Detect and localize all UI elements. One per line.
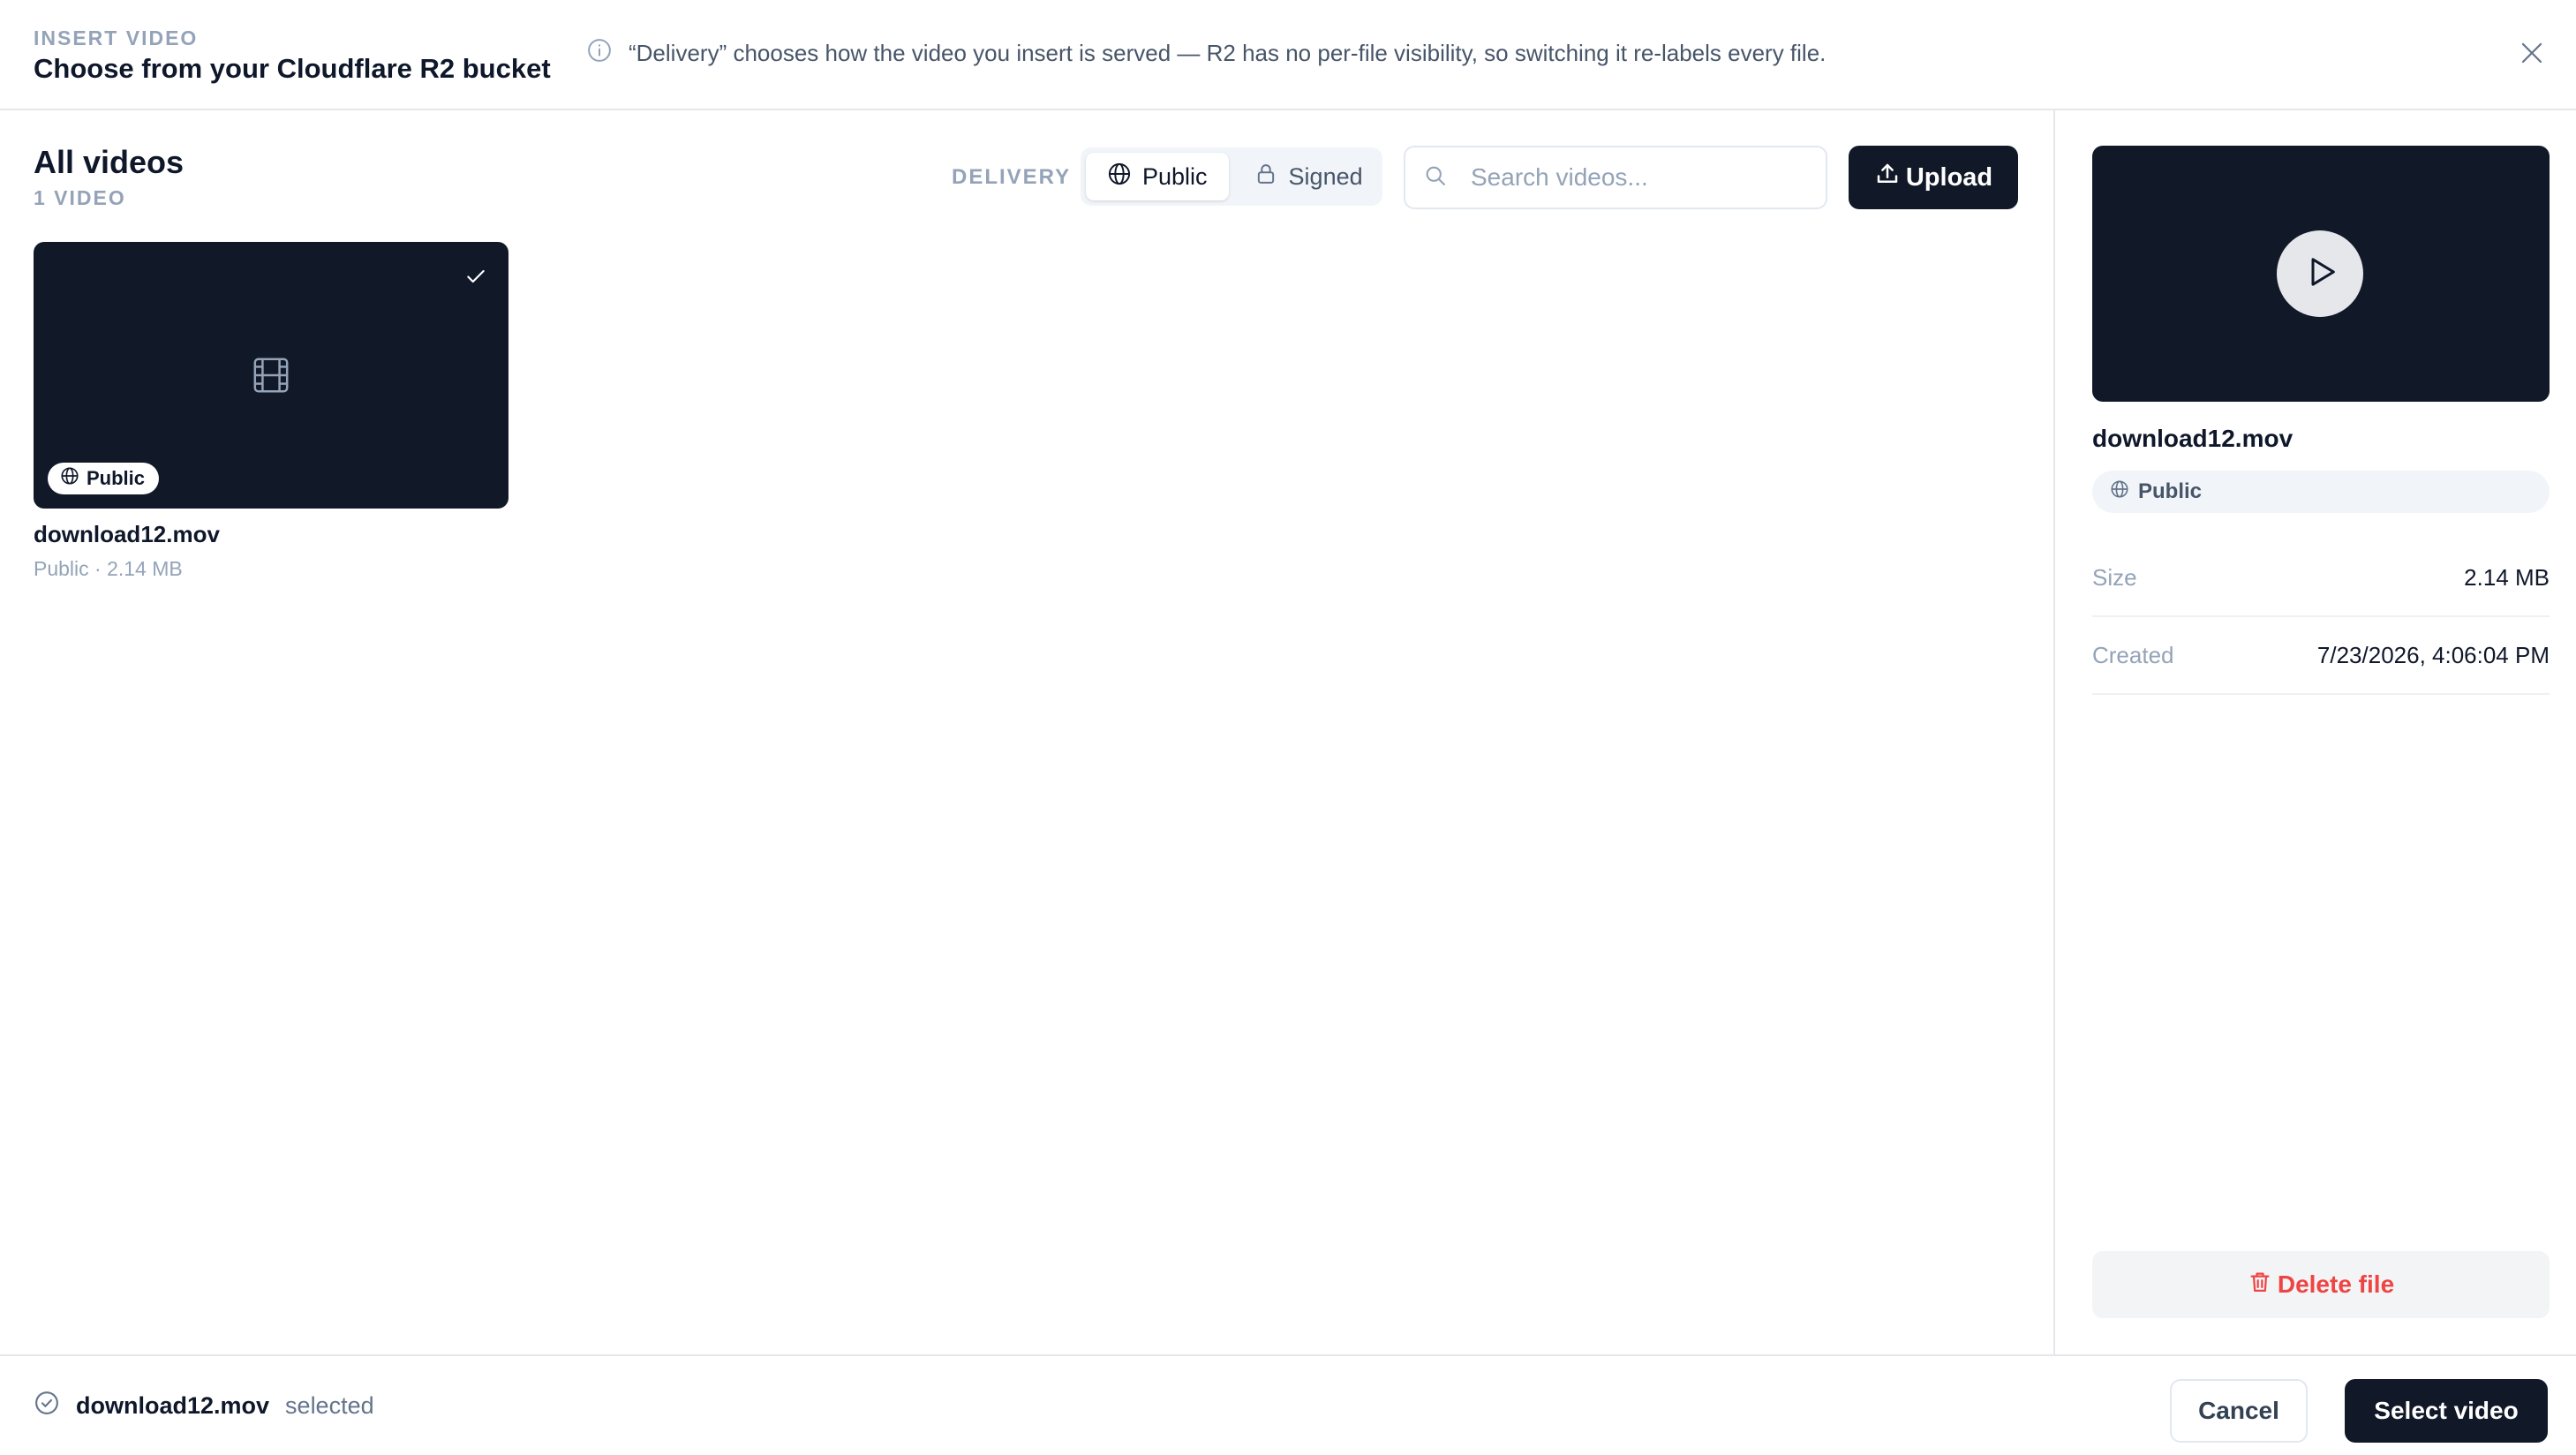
- delete-file-button[interactable]: Delete file: [2092, 1251, 2550, 1318]
- selected-file-name: download12.mov: [76, 1391, 270, 1419]
- search-icon: [1423, 163, 1448, 192]
- close-button[interactable]: [2514, 37, 2550, 72]
- upload-label: Upload: [1905, 162, 1993, 192]
- delivery-option-label: Signed: [1288, 162, 1363, 190]
- cancel-button[interactable]: Cancel: [2170, 1379, 2308, 1443]
- upload-button[interactable]: Upload: [1849, 146, 2018, 209]
- dialog-footer: download12.mov selected Cancel Select vi…: [0, 1354, 2576, 1455]
- video-thumbnail[interactable]: Public: [34, 242, 508, 509]
- video-card-meta: Public · 2.14 MB: [34, 557, 183, 580]
- delivery-option-public[interactable]: Public: [1086, 153, 1229, 200]
- library-count: 1 VIDEO: [34, 186, 126, 209]
- details-row-value: 2.14 MB: [2464, 563, 2550, 591]
- globe-icon: [1107, 162, 1132, 192]
- globe-icon: [60, 466, 79, 491]
- delivery-option-signed[interactable]: Signed: [1232, 153, 1384, 200]
- dialog-title: Choose from your Cloudflare R2 bucket: [34, 53, 551, 84]
- details-row-size: Size 2.14 MB: [2092, 539, 2550, 617]
- visibility-badge-label: Public: [87, 467, 146, 489]
- video-card-name: download12.mov: [34, 521, 220, 547]
- details-row-key: Size: [2092, 563, 2137, 591]
- lock-icon: [1254, 162, 1278, 192]
- details-row-key: Created: [2092, 641, 2174, 668]
- details-file-name: download12.mov: [2092, 425, 2294, 452]
- search-box: [1404, 146, 1827, 209]
- delivery-notice-text: “Delivery” chooses how the video you ins…: [629, 39, 1827, 66]
- checkmark-icon: [464, 265, 487, 288]
- dialog-eyebrow: INSERT VIDEO: [34, 26, 199, 49]
- check-circle-icon: [34, 1390, 60, 1422]
- library-title: All videos: [34, 144, 185, 180]
- film-icon: [251, 355, 291, 396]
- video-library: All videos 1 VIDEO DELIVERY Public Signe…: [0, 110, 2053, 1354]
- selection-status: download12.mov selected: [34, 1388, 374, 1423]
- details-row-created: Created 7/23/2026, 4:06:04 PM: [2092, 617, 2550, 695]
- delivery-toggle: Public Signed: [1081, 147, 1382, 206]
- delivery-notice: “Delivery” chooses how the video you ins…: [586, 37, 1826, 69]
- details-panel: download12.mov Public Size 2.14 MB Creat…: [2053, 110, 2576, 1354]
- insert-video-dialog: INSERT VIDEO Choose from your Cloudflare…: [0, 0, 2576, 1455]
- select-video-button[interactable]: Select video: [2345, 1379, 2548, 1443]
- close-icon: [2519, 40, 2545, 71]
- delete-file-label: Delete file: [2277, 1270, 2395, 1298]
- delivery-label: DELIVERY: [952, 165, 1072, 189]
- globe-icon: [2110, 479, 2129, 505]
- delivery-option-label: Public: [1142, 162, 1208, 190]
- video-preview: [2092, 146, 2550, 402]
- upload-icon: [1874, 161, 1901, 194]
- details-visibility-pill: Public: [2092, 471, 2550, 513]
- dialog-header: INSERT VIDEO Choose from your Cloudflare…: [0, 0, 2576, 110]
- play-button[interactable]: [2277, 230, 2363, 317]
- trash-icon: [2248, 1270, 2272, 1300]
- selected-suffix: selected: [285, 1391, 374, 1419]
- play-icon: [2301, 254, 2339, 294]
- video-card: Public download12.mov Public · 2.14 MB: [34, 242, 508, 581]
- info-icon: [586, 37, 613, 70]
- details-visibility-label: Public: [2138, 479, 2203, 503]
- search-input[interactable]: [1471, 163, 1806, 192]
- visibility-badge: Public: [48, 463, 160, 494]
- details-row-value: 7/23/2026, 4:06:04 PM: [2316, 641, 2550, 668]
